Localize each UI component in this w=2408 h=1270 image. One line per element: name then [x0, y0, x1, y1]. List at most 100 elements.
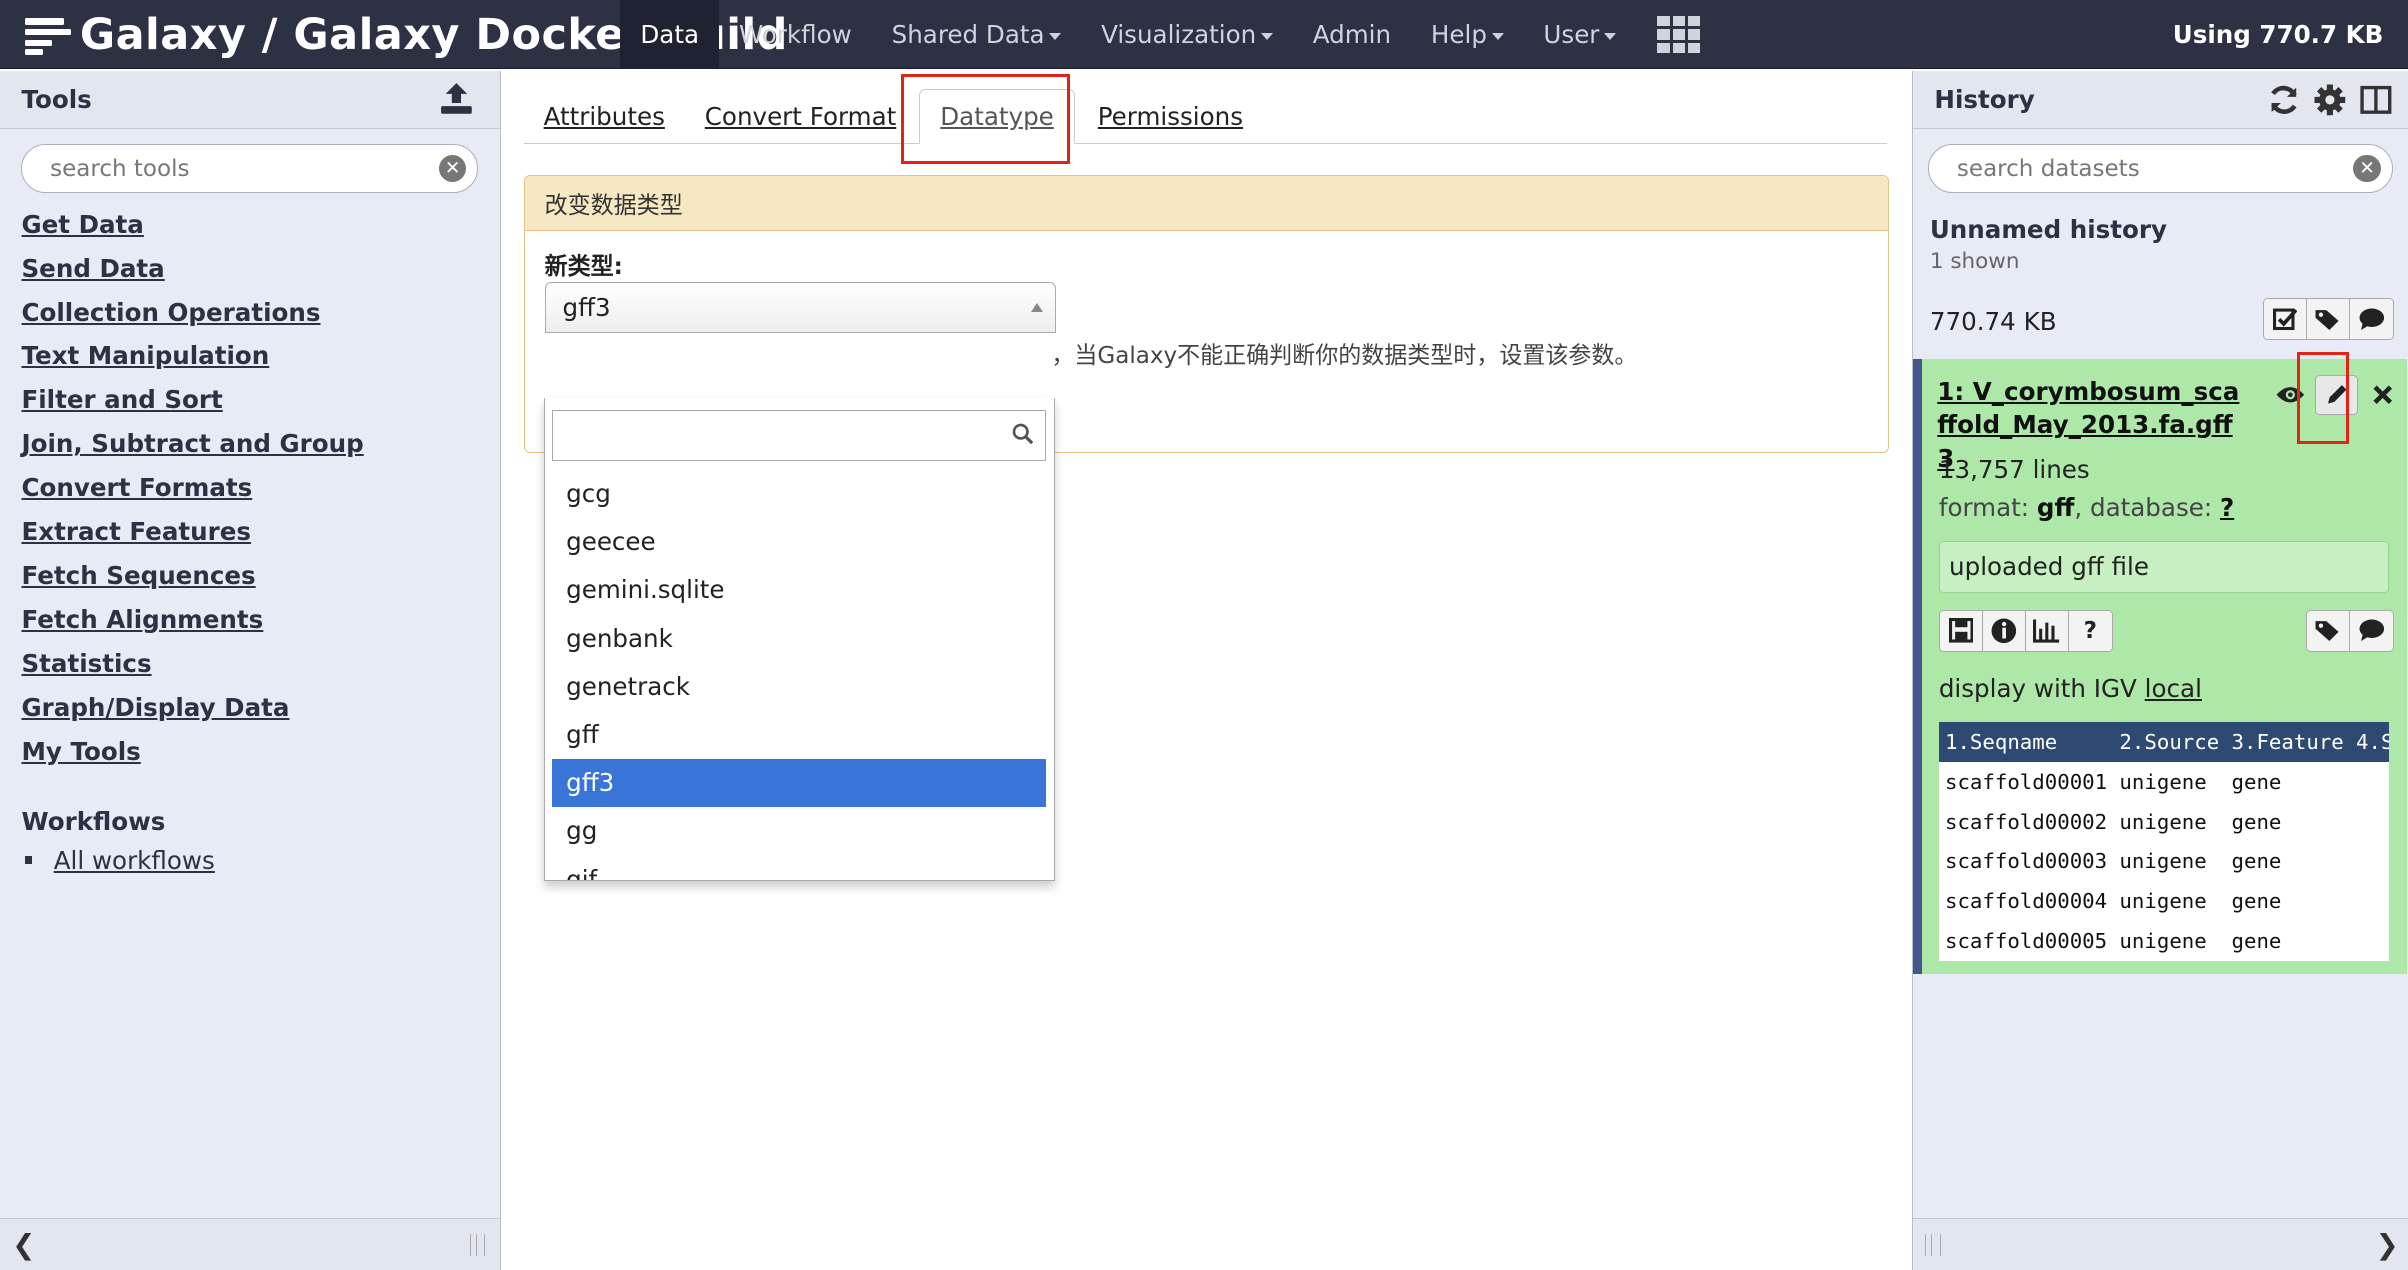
- delete-icon[interactable]: [2361, 375, 2404, 415]
- columns-icon[interactable]: [2359, 83, 2393, 117]
- option-gg[interactable]: gg: [552, 807, 1046, 855]
- nav-data[interactable]: Data: [620, 0, 719, 70]
- option-gif[interactable]: gif: [552, 856, 1046, 881]
- tab-attributes[interactable]: Attributes: [524, 89, 685, 144]
- resize-handle[interactable]: [1925, 1234, 1941, 1256]
- dataset-item: 1: V_corymbosum_scaffold_May_2013.fa.gff…: [1912, 351, 2408, 974]
- refresh-icon[interactable]: [2267, 83, 2301, 117]
- table-row: scaffold00003 unigene gene 1: [1939, 842, 2389, 882]
- tab-permissions[interactable]: Permissions: [1078, 89, 1263, 144]
- list-item: All workflows: [21, 846, 478, 875]
- tags-icon[interactable]: [2307, 298, 2351, 339]
- tool-section-convert-formats[interactable]: Convert Formats: [21, 466, 478, 510]
- datatype-selected-value: gff3: [562, 292, 611, 322]
- nav-visualization[interactable]: Visualization: [1081, 0, 1293, 69]
- nav-label: Shared Data: [891, 20, 1045, 50]
- annotation-icon[interactable]: [2350, 611, 2393, 651]
- nav-label: Data: [640, 20, 700, 50]
- tool-section-fetch-sequences[interactable]: Fetch Sequences: [21, 554, 478, 598]
- peek-header: 2.Source: [2113, 721, 2226, 762]
- caret-down-icon: [1260, 32, 1273, 40]
- peek-cell: gene: [2231, 889, 2282, 914]
- option-genbank[interactable]: genbank: [552, 615, 1046, 663]
- peek-cell: gene: [2231, 849, 2282, 874]
- nav-label: Visualization: [1101, 20, 1257, 50]
- clear-search-icon[interactable]: ✕: [438, 154, 467, 183]
- nav-admin[interactable]: Admin: [1293, 0, 1411, 69]
- resize-handle[interactable]: [469, 1234, 486, 1256]
- tool-section-send-data[interactable]: Send Data: [21, 247, 478, 291]
- clear-search-icon[interactable]: ✕: [2353, 154, 2381, 183]
- help-question-icon[interactable]: ?: [2069, 611, 2112, 651]
- select-items-icon[interactable]: [2264, 298, 2308, 339]
- collapse-left-icon[interactable]: ❮: [12, 1228, 35, 1261]
- tool-search-input[interactable]: search tools ✕: [21, 144, 479, 194]
- tool-section-statistics[interactable]: Statistics: [21, 642, 478, 686]
- visualize-chart-icon[interactable]: [2026, 610, 2069, 651]
- tool-section-text-manipulation[interactable]: Text Manipulation: [21, 334, 478, 378]
- peek-table: 1.Seqname 2.Source 3.Feature 4.St scaffo…: [1938, 721, 2389, 962]
- nav-workflow[interactable]: Workflow: [719, 0, 872, 69]
- display-with-igv: display with IGV local: [1939, 674, 2202, 703]
- highlight-box-edit-icon: [2296, 351, 2349, 444]
- history-panel: History search datasets ✕ Unnamed histor…: [1911, 70, 2408, 1270]
- nav-user[interactable]: User: [1523, 0, 1636, 69]
- option-geecee[interactable]: geecee: [552, 518, 1046, 566]
- workflows-heading: Workflows: [21, 807, 166, 837]
- history-name[interactable]: Unnamed history: [1930, 215, 2391, 244]
- tool-panel-title: Tools: [21, 84, 92, 114]
- igv-local-link[interactable]: local: [2145, 674, 2202, 703]
- peek-cell: gene: [2231, 769, 2282, 794]
- caret-up-icon: [1030, 303, 1043, 312]
- quota-meter[interactable]: Using 770.7 KB: [2173, 0, 2384, 69]
- database-value-link[interactable]: ?: [2220, 493, 2234, 522]
- tool-section-my-tools[interactable]: My Tools: [21, 730, 478, 774]
- dataset-format-line: format: gff, database: ?: [1939, 493, 2234, 522]
- tool-section-join-subtract-group[interactable]: Join, Subtract and Group: [21, 422, 478, 466]
- collapse-right-icon[interactable]: ❯: [2376, 1228, 2399, 1261]
- tool-search-placeholder: search tools: [50, 155, 190, 182]
- tab-convert-format[interactable]: Convert Format: [685, 89, 916, 144]
- tool-section-fetch-alignments[interactable]: Fetch Alignments: [21, 598, 478, 642]
- option-gff[interactable]: gff: [552, 711, 1046, 759]
- nav-shared-data[interactable]: Shared Data: [872, 0, 1081, 69]
- tool-section-filter-and-sort[interactable]: Filter and Sort: [21, 378, 478, 422]
- database-label: , database:: [2074, 492, 2220, 522]
- new-type-label: 新类型:: [544, 253, 623, 280]
- tool-section-collection-operations[interactable]: Collection Operations: [21, 291, 478, 335]
- workflows-list: All workflows: [21, 846, 478, 875]
- dataset-search-input[interactable]: search datasets ✕: [1928, 144, 2393, 194]
- highlight-box-datatype-tab: [901, 73, 1071, 165]
- table-row: scaffold00001 unigene gene 1: [1939, 762, 2389, 802]
- option-gemini-sqlite[interactable]: gemini.sqlite: [552, 566, 1046, 614]
- apps-grid-icon[interactable]: [1657, 16, 1701, 53]
- peek-cell: gene: [2231, 809, 2282, 834]
- dropdown-search-input[interactable]: [552, 410, 1047, 461]
- peek-cell: 1: [2350, 921, 2389, 961]
- table-row: scaffold00005 unigene gene 1: [1939, 921, 2389, 961]
- search-icon: [1012, 423, 1033, 445]
- annotation-icon[interactable]: [2350, 299, 2393, 339]
- tool-section-graph-display-data[interactable]: Graph/Display Data: [21, 686, 478, 730]
- tags-icon[interactable]: [2307, 610, 2350, 651]
- peek-cell: unigene: [2119, 769, 2207, 794]
- format-value: gff: [2036, 492, 2075, 522]
- tool-section-get-data[interactable]: Get Data: [21, 203, 478, 247]
- peek-cell: scaffold00003: [1944, 849, 2108, 874]
- gear-icon[interactable]: [2313, 83, 2347, 117]
- format-label: format:: [1938, 492, 2037, 522]
- info-icon[interactable]: [1983, 610, 2026, 651]
- all-workflows-link[interactable]: All workflows: [54, 846, 215, 875]
- option-gcg[interactable]: gcg: [552, 470, 1046, 518]
- download-icon[interactable]: [1940, 610, 1983, 651]
- option-gff3[interactable]: gff3: [552, 759, 1047, 808]
- upload-icon[interactable]: [438, 80, 475, 117]
- masthead: Galaxy / Galaxy Docker Build Data Workfl…: [0, 0, 2408, 70]
- dataset-lines: 13,757 lines: [1938, 454, 2090, 484]
- datatype-select[interactable]: gff3: [544, 282, 1056, 333]
- peek-cell: 1: [2350, 802, 2389, 842]
- tool-section-extract-features[interactable]: Extract Features: [21, 510, 478, 554]
- nav-help[interactable]: Help: [1411, 0, 1524, 69]
- option-genetrack[interactable]: genetrack: [552, 663, 1046, 711]
- nav-label: User: [1543, 20, 1600, 50]
